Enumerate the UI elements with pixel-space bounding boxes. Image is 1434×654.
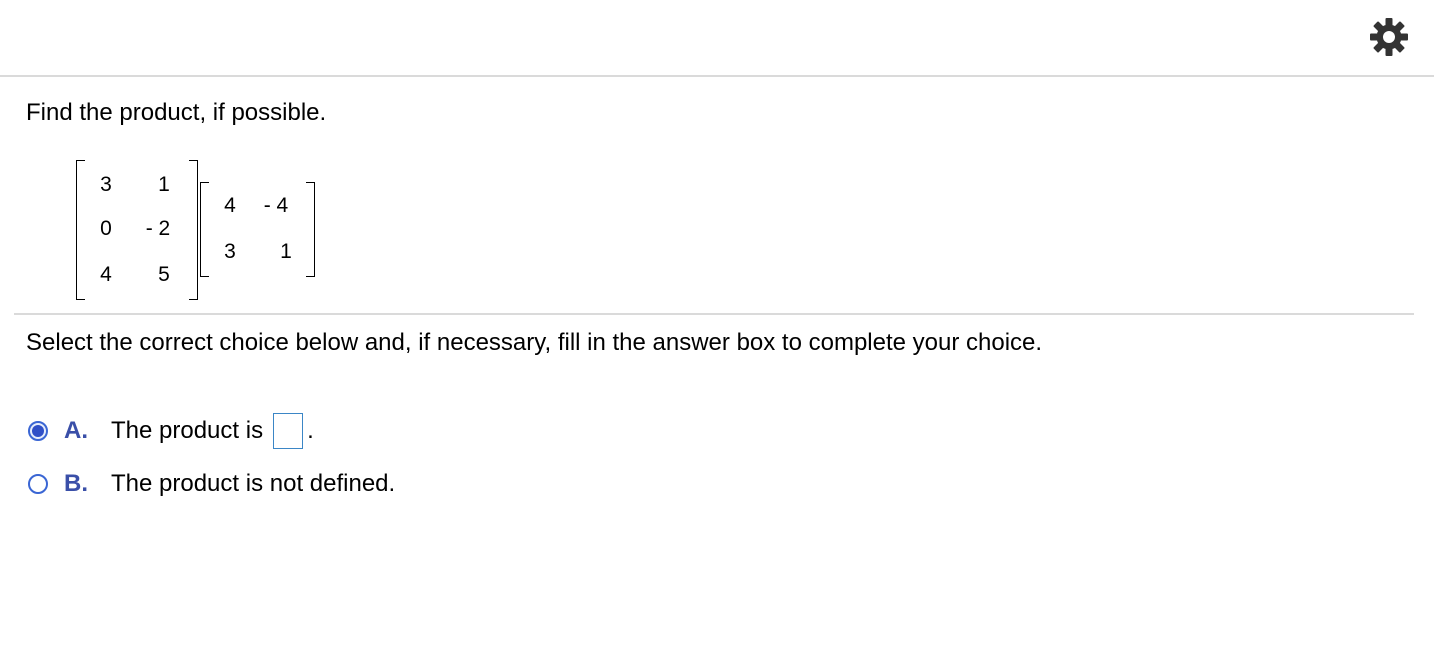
- choice-b-letter: B.: [64, 470, 88, 497]
- left-matrix-cell: 4: [100, 263, 112, 286]
- gear-icon[interactable]: [1368, 16, 1410, 58]
- right-matrix-right-bracket: [306, 182, 315, 277]
- header-divider: [0, 75, 1434, 77]
- right-matrix-cell: 3: [224, 240, 236, 263]
- left-matrix-right-bracket: [189, 160, 198, 300]
- choice-b-radio[interactable]: [28, 474, 48, 494]
- answer-input-box[interactable]: [273, 413, 304, 449]
- choice-a-radio[interactable]: [28, 421, 48, 441]
- choice-a-letter: A.: [64, 417, 88, 444]
- question-page: Find the product, if possible. 3 1 0 - 2…: [0, 0, 1434, 654]
- left-matrix-cell: 0: [100, 217, 112, 240]
- left-matrix-cell: - 2: [145, 217, 171, 240]
- question-prompt: Find the product, if possible.: [26, 99, 327, 126]
- left-matrix-left-bracket: [76, 160, 85, 300]
- right-matrix-left-bracket: [200, 182, 209, 277]
- choice-b[interactable]: B. The product is not defined.: [28, 467, 395, 501]
- right-matrix-cell: 1: [280, 240, 292, 263]
- choice-a-period: .: [307, 417, 314, 444]
- left-matrix-cell: 5: [158, 263, 170, 286]
- choice-a-text: The product is: [111, 417, 264, 444]
- right-matrix-cell: 4: [224, 194, 236, 217]
- section-divider: [14, 313, 1414, 315]
- matrix-product-expression: 3 1 0 - 2 4 5 4 - 4 3 1: [70, 155, 330, 305]
- left-matrix-cell: 3: [100, 173, 112, 196]
- left-matrix-cell: 1: [158, 173, 170, 196]
- choice-a[interactable]: A. The product is .: [28, 413, 314, 449]
- choice-b-text: The product is not defined.: [111, 470, 396, 497]
- right-matrix-cell: - 4: [263, 194, 289, 217]
- instruction-text: Select the correct choice below and, if …: [26, 329, 1043, 356]
